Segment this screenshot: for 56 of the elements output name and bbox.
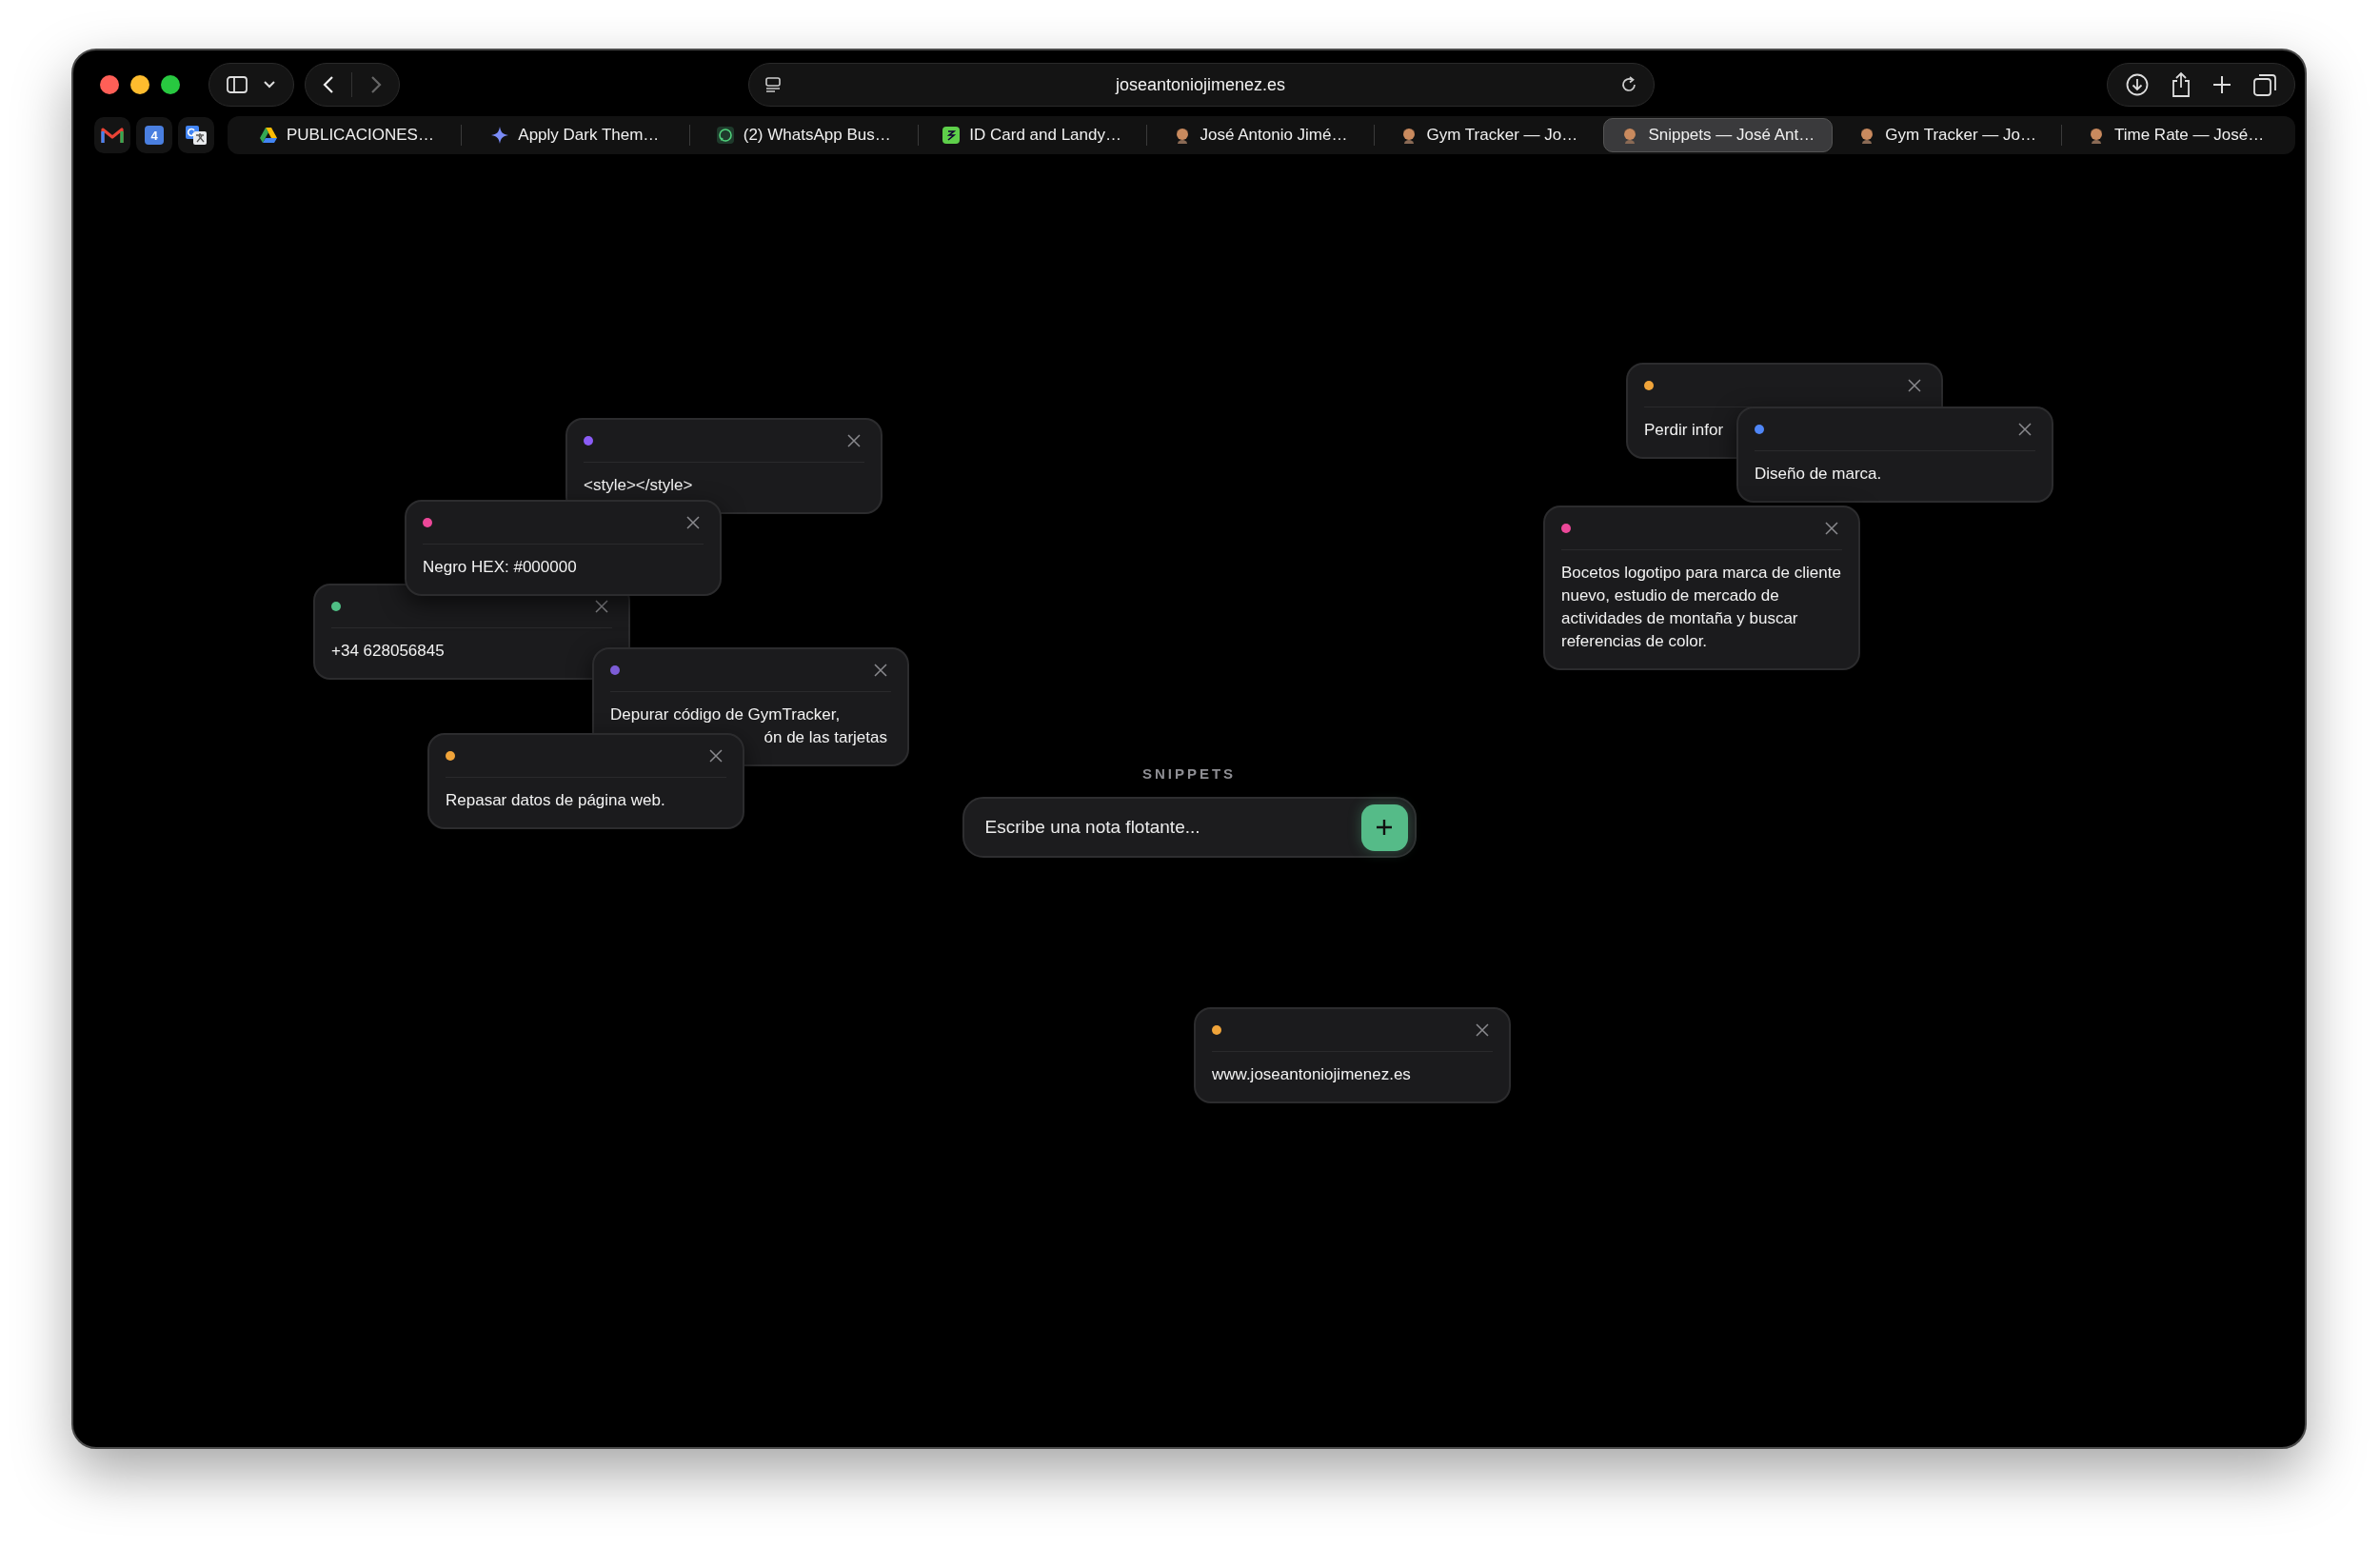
note-text: Perdir infor [1644, 420, 1725, 441]
note-text: Depurar código de GymTracker, [610, 704, 842, 725]
tab-overview-icon[interactable] [2251, 72, 2277, 97]
app-title: SNIPPETS [1141, 765, 1237, 782]
avatar-icon [2088, 127, 2105, 144]
browser-tab[interactable]: PUBLICACIONES… [233, 119, 461, 151]
browser-tab[interactable]: Time Rate — José… [2062, 119, 2290, 151]
close-icon[interactable] [709, 749, 723, 763]
note-input-bar[interactable]: Escribe una nota flotante... [962, 797, 1417, 858]
zoom-button[interactable] [161, 75, 180, 94]
note-text: Negro HEX: #000000 [423, 557, 578, 578]
plus-icon [1375, 818, 1394, 837]
sparkle-icon [491, 127, 509, 144]
browser-tab[interactable]: Gym Tracker — Jo… [1834, 119, 2062, 151]
reload-icon[interactable] [1619, 75, 1638, 94]
close-icon[interactable] [1476, 1023, 1489, 1037]
close-icon[interactable] [1908, 379, 1921, 392]
pinned-tab[interactable]: 4 [136, 117, 172, 153]
mail-icon [101, 127, 124, 144]
pinned-tab[interactable] [178, 117, 214, 153]
browser-tab[interactable]: Snippets — José Ant… [1603, 118, 1834, 152]
minimize-button[interactable] [130, 75, 149, 94]
close-icon[interactable] [595, 600, 608, 613]
calendar-icon: 4 [145, 126, 164, 145]
browser-tab[interactable]: ID Card and Landy… [918, 119, 1146, 151]
sidebar-button[interactable] [208, 63, 294, 107]
triangle-icon [259, 127, 277, 144]
close-icon[interactable] [1825, 522, 1838, 535]
close-icon[interactable] [847, 434, 861, 447]
note-text: www.joseantoniojimenez.es [1212, 1064, 1412, 1085]
download-icon[interactable] [2125, 72, 2151, 97]
browser-tab[interactable]: Gym Tracker — Jo… [1375, 119, 1603, 151]
note-text: Bocetos logotipo para marca de cliente nuevo, estudio de mercado de actividades de montaña y buscar referencias de color. [1561, 563, 1842, 652]
add-button[interactable] [1360, 803, 1408, 851]
browser-tab[interactable]: (2) WhatsApp Bus… [689, 119, 918, 151]
chat-bubble-icon [716, 127, 734, 144]
note-input-field[interactable]: Escribe una nota flotante... [982, 816, 1361, 839]
page-menu-icon[interactable] [764, 76, 782, 93]
new-tab-icon[interactable] [2211, 74, 2233, 95]
note-text: ón de las tarjetas [763, 727, 888, 748]
close-icon[interactable] [2018, 423, 2032, 436]
note-text: +34 628056845 [331, 641, 446, 662]
app-icon [942, 127, 961, 144]
close-icon[interactable] [686, 516, 700, 529]
chevron-down-icon [263, 80, 276, 89]
url-text: joseantoniojimenez.es [1115, 74, 1286, 95]
browser-tab[interactable]: Apply Dark Them… [461, 119, 689, 151]
sidebar-icon [227, 76, 248, 93]
close-icon[interactable] [874, 664, 887, 677]
note-text: Repasar datos de página web. [446, 790, 666, 811]
translate-icon [185, 125, 208, 146]
note-text: <style></style> [584, 475, 694, 496]
close-window-button[interactable] [100, 75, 119, 94]
note-text: Diseño de marca. [1755, 464, 1883, 485]
browser-tab[interactable]: José Antonio Jimé… [1146, 119, 1375, 151]
address-bar[interactable]: joseantoniojimenez.es [748, 63, 1655, 107]
